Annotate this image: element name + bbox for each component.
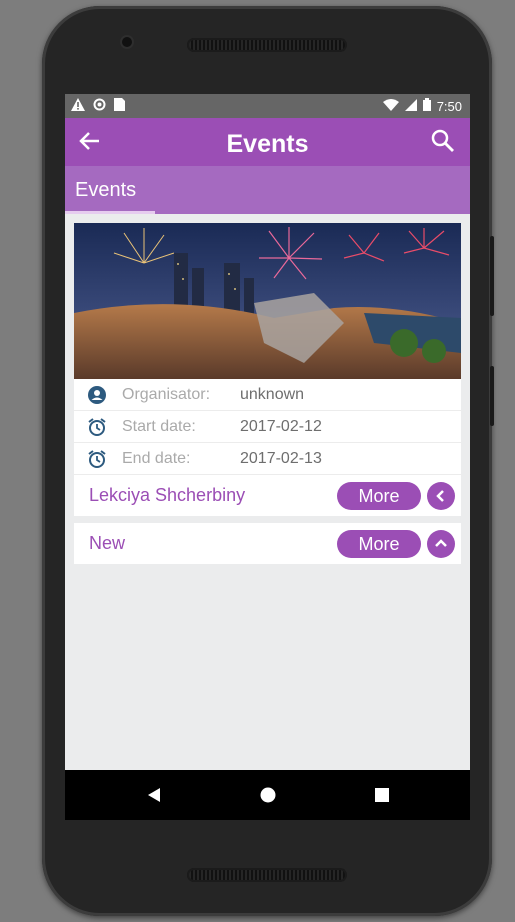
end-date-value: 2017-02-13: [240, 449, 322, 467]
navigation-bar: [65, 770, 470, 820]
top-speaker: [187, 38, 347, 52]
more-button[interactable]: More: [337, 482, 421, 510]
start-date-row: Start date: 2017-02-12: [74, 411, 461, 443]
sim-icon: [114, 98, 125, 114]
signal-icon: [404, 98, 417, 114]
status-time: 7:50: [436, 98, 462, 114]
more-button[interactable]: More: [337, 530, 421, 558]
bottom-speaker: [187, 868, 347, 882]
event-row[interactable]: Lekciya Shcherbiny More: [74, 475, 461, 516]
status-bar: 7:50: [65, 94, 470, 118]
volume-button: [490, 236, 494, 316]
chevron-up-icon[interactable]: [427, 530, 455, 558]
search-icon[interactable]: [430, 128, 456, 154]
power-button: [490, 366, 494, 426]
page-title: Events: [226, 130, 309, 158]
tab-indicator: [65, 211, 155, 214]
home-circle-icon[interactable]: [256, 783, 280, 807]
alarm-icon: [84, 449, 110, 469]
tab-bar: Events: [65, 166, 470, 214]
event-image: [74, 223, 461, 379]
start-date-value: 2017-02-12: [240, 417, 322, 435]
screen: 7:50 Events Events Organisator: unknown …: [65, 94, 470, 820]
person-icon: [84, 385, 110, 405]
organisator-label: Organisator:: [122, 385, 211, 403]
front-camera: [122, 37, 132, 47]
app-toolbar: Events: [65, 118, 470, 166]
event-card: Organisator: unknown Start date: 2017-02…: [74, 223, 461, 516]
event-name: New: [89, 533, 126, 553]
circle-icon: [93, 98, 106, 114]
organisator-value: unknown: [240, 385, 305, 403]
recents-square-icon[interactable]: [370, 783, 394, 807]
chevron-left-icon[interactable]: [427, 482, 455, 510]
wifi-icon: [382, 98, 399, 114]
alarm-icon: [84, 417, 110, 437]
tab-events[interactable]: Events: [65, 166, 155, 214]
event-name: Lekciya Shcherbiny: [89, 485, 246, 505]
start-date-label: Start date:: [122, 417, 196, 435]
back-triangle-icon[interactable]: [142, 783, 166, 807]
battery-icon: [422, 98, 431, 114]
end-date-row: End date: 2017-02-13: [74, 443, 461, 475]
warning-icon: [71, 98, 85, 114]
organisator-row: Organisator: unknown: [74, 379, 461, 411]
end-date-label: End date:: [122, 449, 191, 467]
event-row[interactable]: New More: [74, 523, 461, 564]
